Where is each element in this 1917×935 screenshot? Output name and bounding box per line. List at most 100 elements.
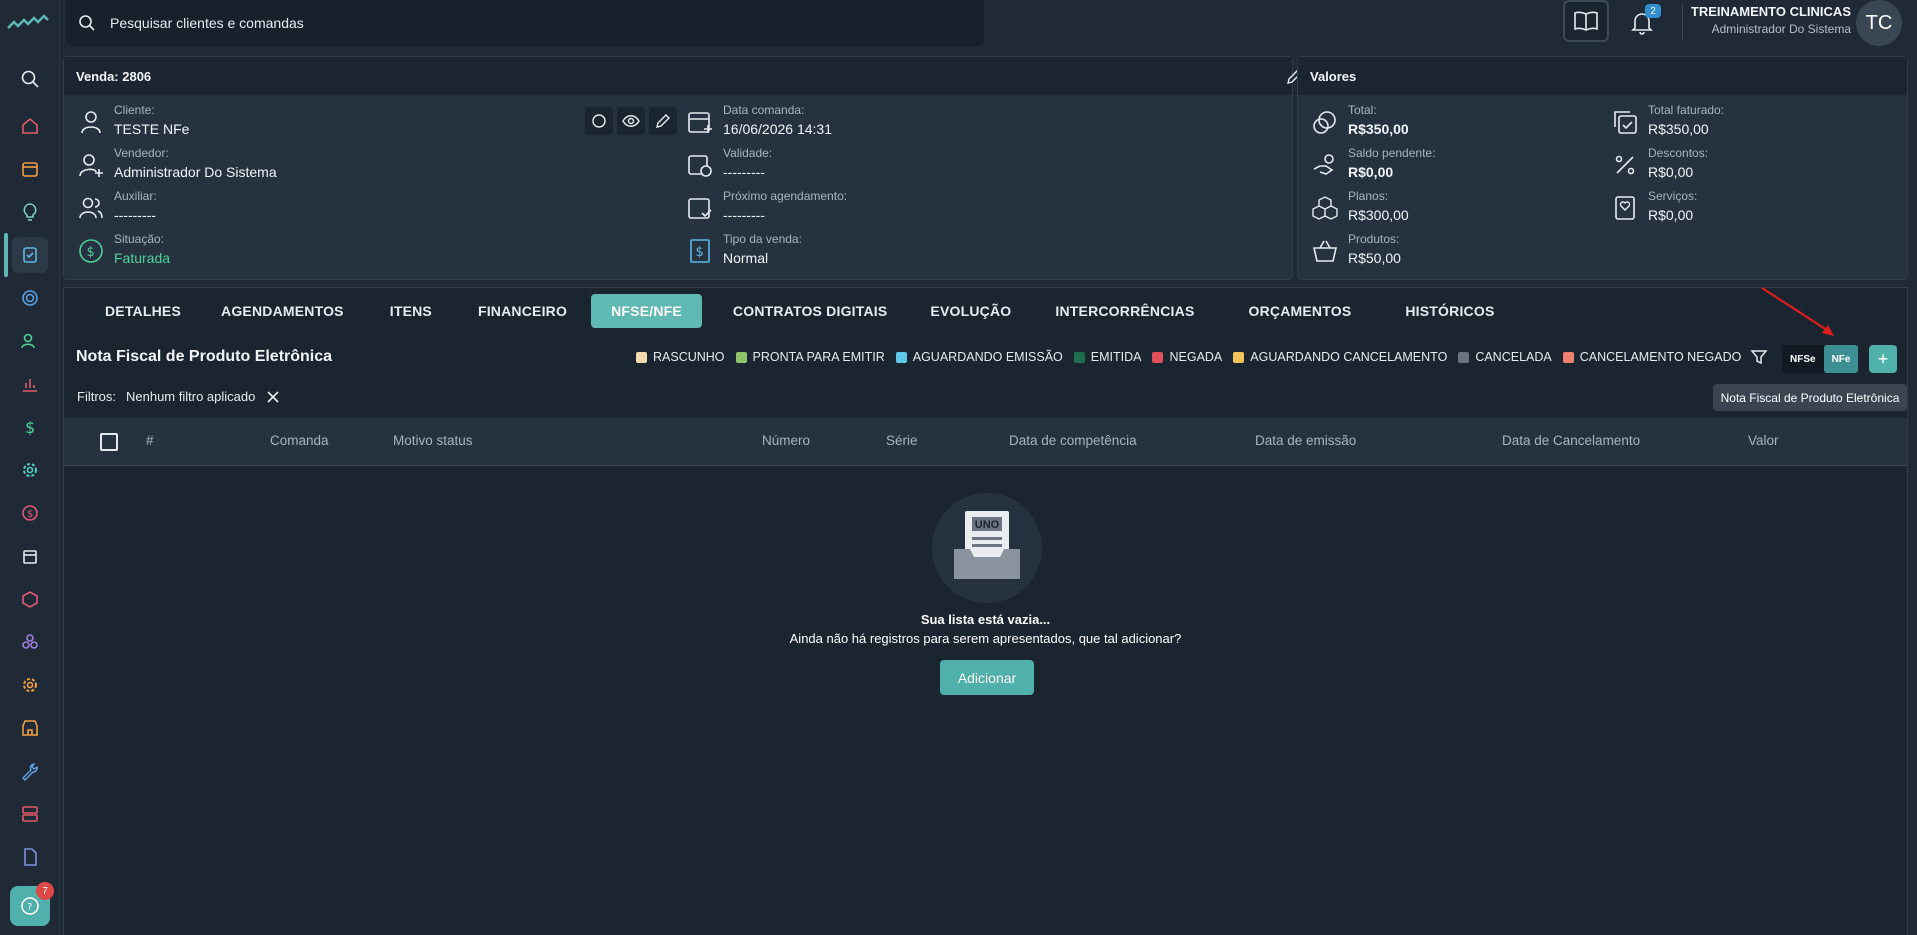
box-add-icon[interactable]	[12, 581, 48, 617]
tab-evolucao[interactable]: EVOLUÇÃO	[910, 294, 1031, 328]
whatsapp-button[interactable]	[585, 107, 613, 135]
filters-label: Filtros:	[77, 389, 116, 404]
dollar-circle-icon: $	[79, 239, 103, 263]
filters-bar: Filtros: Nenhum filtro aplicado	[77, 389, 279, 404]
services-field: Serviços: R$0,00	[1648, 189, 1697, 223]
sale-title: Venda: 2806	[64, 57, 1292, 95]
wrench-icon[interactable]	[12, 753, 48, 789]
chart-icon[interactable]	[12, 366, 48, 402]
products-label: Produtos:	[1348, 232, 1400, 246]
values-card: Valores Total: R$350,00 Saldo pendente: …	[1297, 56, 1908, 280]
lightbulb-icon[interactable]	[12, 194, 48, 230]
add-record-button[interactable]: Adicionar	[940, 660, 1034, 695]
cubes-icon[interactable]	[12, 624, 48, 660]
search-icon	[79, 15, 95, 31]
search-icon[interactable]	[12, 61, 48, 97]
next-appointment-label: Próximo agendamento:	[723, 189, 848, 203]
toggle-nfe[interactable]: NFe	[1823, 345, 1859, 373]
next-appointment-value: ---------	[723, 207, 765, 223]
plans-value: R$300,00	[1348, 207, 1409, 223]
column-header[interactable]: Comanda	[270, 433, 329, 448]
legend-item: CANCELAMENTO NEGADO	[1562, 350, 1741, 364]
column-header[interactable]: #	[146, 433, 154, 448]
legend-swatch	[1073, 351, 1085, 363]
svg-text:$: $	[25, 418, 35, 437]
store-icon[interactable]	[12, 710, 48, 746]
empty-state-subtitle: Ainda não há registros para serem aprese…	[789, 631, 1182, 646]
tab-orcamentos[interactable]: ORÇAMENTOS	[1229, 294, 1372, 328]
coin-icon[interactable]: $	[12, 495, 48, 531]
tab-detalhes[interactable]: DETALHES	[85, 294, 201, 328]
sales-icon[interactable]	[12, 237, 48, 273]
tab-agendamentos[interactable]: AGENDAMENTOS	[201, 294, 364, 328]
company-name: TREINAMENTO CLINICAS	[1690, 4, 1851, 19]
empty-logo-text: UNO	[975, 519, 1000, 531]
services-value: R$0,00	[1648, 207, 1694, 223]
percent-icon	[1615, 155, 1635, 175]
home-icon[interactable]	[12, 108, 48, 144]
calendar-icon[interactable]	[12, 151, 48, 187]
sale-card-body: Cliente: TESTE NFe Vendedor: Administrad…	[64, 95, 1292, 279]
products-value: R$50,00	[1348, 250, 1401, 266]
basket-icon	[1312, 240, 1338, 262]
pending-value: R$0,00	[1348, 164, 1394, 180]
target-icon[interactable]	[12, 280, 48, 316]
column-header[interactable]: Série	[886, 433, 918, 448]
add-button[interactable]: +	[1869, 345, 1897, 373]
dollar-icon[interactable]: $	[12, 409, 48, 445]
column-header[interactable]: Motivo status	[393, 433, 473, 448]
clear-filters-icon[interactable]	[267, 390, 279, 403]
toggle-nfse[interactable]: NFSe	[1782, 345, 1824, 373]
copy-check-icon	[1614, 111, 1637, 134]
tab-itens[interactable]: ITENS	[370, 294, 452, 328]
calendar-plus-icon	[688, 112, 712, 133]
view-client-button[interactable]	[617, 107, 645, 135]
active-indicator	[4, 233, 8, 277]
package-icon[interactable]	[12, 538, 48, 574]
annotation-arrow-icon	[1761, 287, 1834, 336]
gear-icon[interactable]	[12, 667, 48, 703]
services-label: Serviços:	[1648, 189, 1698, 203]
values-card-body: Total: R$350,00 Saldo pendente: R$0,00 P…	[1298, 95, 1907, 279]
tab-nfse-nfe[interactable]: NFSE/NFE	[591, 294, 702, 328]
billed-label: Total faturado:	[1648, 103, 1725, 117]
legend-label: NEGADA	[1169, 350, 1223, 364]
seller-field: Vendedor: Administrador Do Sistema	[114, 146, 277, 180]
server-icon[interactable]	[12, 796, 48, 832]
settings-cog-icon[interactable]	[12, 452, 48, 488]
legend-item: RASCUNHO	[636, 350, 725, 364]
coins-icon	[1313, 111, 1336, 134]
user-plus-icon	[79, 154, 103, 177]
file-export-icon[interactable]	[12, 839, 48, 875]
avatar[interactable]: TC	[1856, 0, 1902, 46]
column-header[interactable]: Número	[762, 433, 810, 448]
column-header[interactable]: Data de emissão	[1255, 433, 1356, 448]
legend-label: AGUARDANDO EMISSÃO	[912, 350, 1063, 364]
select-all-checkbox[interactable]	[100, 433, 118, 451]
tab-contratos-digitais[interactable]: CONTRATOS DIGITAIS	[713, 294, 908, 328]
tab-historicos[interactable]: HISTÓRICOS	[1385, 294, 1514, 328]
billed-value: R$350,00	[1648, 121, 1709, 137]
tab-financeiro[interactable]: FINANCEIRO	[458, 294, 587, 328]
column-header[interactable]: Data de Cancelamento	[1502, 433, 1640, 448]
empty-state-title: Sua lista está vazia...	[920, 612, 1051, 627]
total-label: Total:	[1348, 103, 1377, 117]
edit-client-button[interactable]	[649, 107, 677, 135]
legend-item: EMITIDA	[1073, 350, 1141, 364]
notification-count-badge: 2	[1645, 4, 1661, 18]
tooltip: Nota Fiscal de Produto Eletrônica	[1713, 384, 1907, 411]
legend-swatch	[1562, 351, 1574, 363]
search-input[interactable]: Pesquisar clientes e comandas	[66, 0, 984, 46]
status-value: Faturada	[114, 250, 171, 266]
app-logo[interactable]	[6, 14, 54, 34]
tab-intercorrencias[interactable]: INTERCORRÊNCIAS	[1035, 294, 1214, 328]
book-button[interactable]	[1563, 0, 1609, 42]
column-header[interactable]: Data de competência	[1009, 433, 1137, 448]
validity-value: ---------	[723, 164, 765, 180]
user-search-icon[interactable]	[12, 323, 48, 359]
nfse-nfe-toggle: NFSe NFe	[1782, 345, 1859, 373]
legend-swatch	[895, 351, 907, 363]
filter-icon[interactable]	[1750, 348, 1768, 366]
column-header[interactable]: Valor	[1748, 433, 1779, 448]
sale-type-value: Normal	[723, 250, 769, 266]
